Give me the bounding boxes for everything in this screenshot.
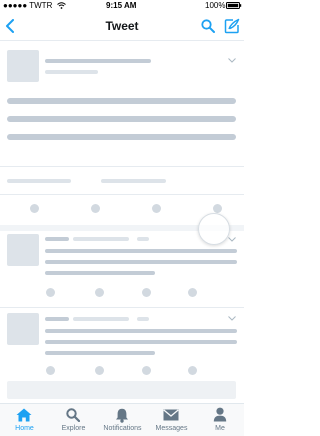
handle-placeholder xyxy=(45,70,98,74)
home-icon xyxy=(16,408,32,422)
nav-bar: Tweet xyxy=(0,12,244,40)
search-icon[interactable] xyxy=(201,19,215,33)
status-time: 9:15 AM xyxy=(106,1,137,10)
stats-placeholder xyxy=(101,179,166,183)
handle-placeholder xyxy=(73,237,129,241)
retweet-action-placeholder[interactable] xyxy=(95,288,104,297)
text-line-placeholder xyxy=(45,351,155,355)
bell-icon xyxy=(116,408,128,423)
compose-tweet-icon[interactable] xyxy=(224,18,240,34)
tab-messages[interactable]: Messages xyxy=(147,404,196,436)
share-action-placeholder[interactable] xyxy=(188,366,197,375)
name-placeholder xyxy=(45,317,69,321)
status-carrier: ●●●●● TWTR xyxy=(3,1,53,10)
wifi-icon xyxy=(57,2,66,9)
chevron-down-icon[interactable] xyxy=(228,316,236,321)
tab-label: Me xyxy=(215,425,225,432)
text-line-placeholder xyxy=(7,98,236,104)
avatar-placeholder xyxy=(7,234,39,266)
reply-action-placeholder[interactable] xyxy=(46,288,55,297)
person-icon xyxy=(213,407,227,422)
text-line-placeholder xyxy=(45,260,237,264)
envelope-icon xyxy=(163,409,179,421)
text-line-placeholder xyxy=(45,329,237,333)
tab-explore[interactable]: Explore xyxy=(49,404,98,436)
share-action-placeholder[interactable] xyxy=(213,204,222,213)
tab-home[interactable]: Home xyxy=(0,404,49,436)
retweet-action-placeholder[interactable] xyxy=(95,366,104,375)
tab-label: Messages xyxy=(155,425,188,432)
tab-me[interactable]: Me xyxy=(196,404,244,436)
reply-composer-placeholder[interactable] xyxy=(7,381,236,399)
name-placeholder xyxy=(45,237,69,241)
handle-placeholder xyxy=(73,317,129,321)
search-icon xyxy=(66,408,80,422)
tab-bar: Home Explore Notifications Messages Me xyxy=(0,403,244,436)
avatar-placeholder xyxy=(7,313,39,345)
tab-label: Explore xyxy=(61,425,86,432)
like-action-placeholder[interactable] xyxy=(152,204,161,213)
touch-indicator xyxy=(198,213,230,245)
tab-label: Notifications xyxy=(103,425,142,432)
status-bar: ●●●●● TWTR 9:15 AM 100% xyxy=(0,0,244,12)
tab-label: Home xyxy=(15,425,34,432)
text-line-placeholder xyxy=(7,116,236,122)
text-line-placeholder xyxy=(7,134,236,140)
chevron-down-icon[interactable] xyxy=(228,237,236,242)
nav-divider xyxy=(0,40,244,41)
tab-notifications[interactable]: Notifications xyxy=(98,404,147,436)
reply-action-placeholder[interactable] xyxy=(30,204,39,213)
chevron-down-icon[interactable] xyxy=(228,58,236,63)
status-battery-percent: 100% xyxy=(205,1,226,10)
text-line-placeholder xyxy=(45,249,237,253)
divider xyxy=(0,194,244,195)
like-action-placeholder[interactable] xyxy=(142,366,151,375)
text-line-placeholder xyxy=(45,340,237,344)
time-placeholder xyxy=(137,237,149,241)
stats-placeholder xyxy=(7,179,71,183)
divider xyxy=(0,166,244,167)
time-placeholder xyxy=(137,317,149,321)
reply-action-placeholder[interactable] xyxy=(46,366,55,375)
like-action-placeholder[interactable] xyxy=(142,288,151,297)
retweet-action-placeholder[interactable] xyxy=(91,204,100,213)
text-line-placeholder xyxy=(45,271,155,275)
divider xyxy=(0,307,244,308)
battery-icon xyxy=(226,2,242,9)
avatar-placeholder xyxy=(7,50,39,82)
share-action-placeholder[interactable] xyxy=(188,288,197,297)
name-placeholder xyxy=(45,59,151,63)
